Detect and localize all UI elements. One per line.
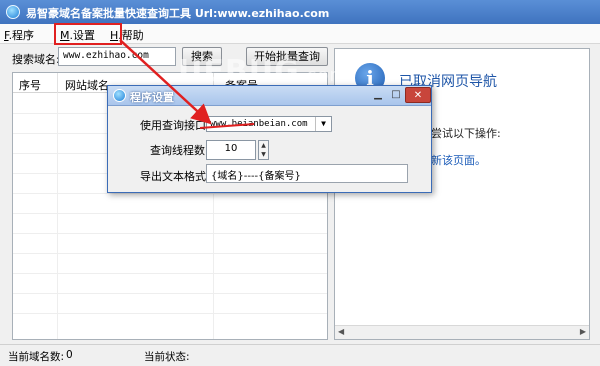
dialog-app-icon [113, 89, 126, 102]
grid-line [13, 293, 327, 294]
watermark-logo: UEBUG.com [178, 54, 348, 89]
close-icon[interactable]: ✕ [405, 87, 431, 103]
threads-input[interactable]: 10 [206, 140, 256, 160]
spin-down-icon[interactable]: ▼ [259, 150, 268, 159]
threads-spinner[interactable]: ▲ ▼ [258, 140, 269, 160]
dialog-title-bar[interactable]: 程序设置 ▁ □ ✕ [108, 86, 431, 106]
column-index[interactable]: 序号 [19, 77, 41, 93]
browser-refresh-link[interactable]: 新该页面。 [431, 152, 486, 168]
column-divider [57, 73, 58, 93]
scroll-right-icon[interactable]: ▶ [580, 327, 586, 336]
window-title: 易智豪域名备案批量快速查询工具 Url:www.ezhihao.com [26, 7, 330, 20]
settings-dialog: 程序设置 ▁ □ ✕ 使用查询接口: www.beianbeian.com ▼ … [107, 85, 432, 193]
search-label: 搜索域名: [12, 53, 60, 66]
scroll-left-icon[interactable]: ◀ [338, 327, 344, 336]
threads-label: 查询线程数: [150, 144, 209, 157]
grid-line [57, 93, 58, 339]
dialog-title: 程序设置 [130, 91, 174, 104]
menu-program[interactable]: F.程序 [4, 27, 34, 43]
title-bar: 易智豪域名备案批量快速查询工具 Url:www.ezhihao.com [0, 0, 600, 24]
browser-hint: 尝试以下操作: [431, 127, 501, 140]
maximize-icon[interactable]: □ [387, 87, 405, 103]
status-bar: 当前域名数: 0 当前状态: [0, 344, 600, 366]
domain-count-label: 当前域名数: [8, 351, 65, 363]
domain-count-value: 0 [66, 349, 73, 361]
horizontal-scrollbar[interactable]: ◀ ▶ [335, 325, 589, 339]
grid-line [13, 253, 327, 254]
format-label: 导出文本格式: [140, 170, 210, 183]
grid-line [13, 213, 327, 214]
spin-up-icon[interactable]: ▲ [259, 141, 268, 150]
minimize-icon[interactable]: ▁ [369, 87, 387, 103]
api-select[interactable]: www.beianbeian.com ▼ [206, 116, 332, 132]
column-domain[interactable]: 网站域名 [65, 77, 109, 93]
chevron-down-icon[interactable]: ▼ [315, 117, 331, 131]
api-label: 使用查询接口: [140, 119, 210, 132]
grid-line [13, 313, 327, 314]
search-input[interactable]: www.ezhihao.com [58, 47, 176, 66]
settings-menu-highlight [54, 23, 122, 45]
grid-line [13, 193, 327, 194]
format-input[interactable]: {域名}----{备案号} [206, 164, 408, 183]
app-globe-icon [6, 5, 20, 19]
current-state-label: 当前状态: [144, 351, 190, 363]
grid-line [13, 233, 327, 234]
grid-line [13, 273, 327, 274]
